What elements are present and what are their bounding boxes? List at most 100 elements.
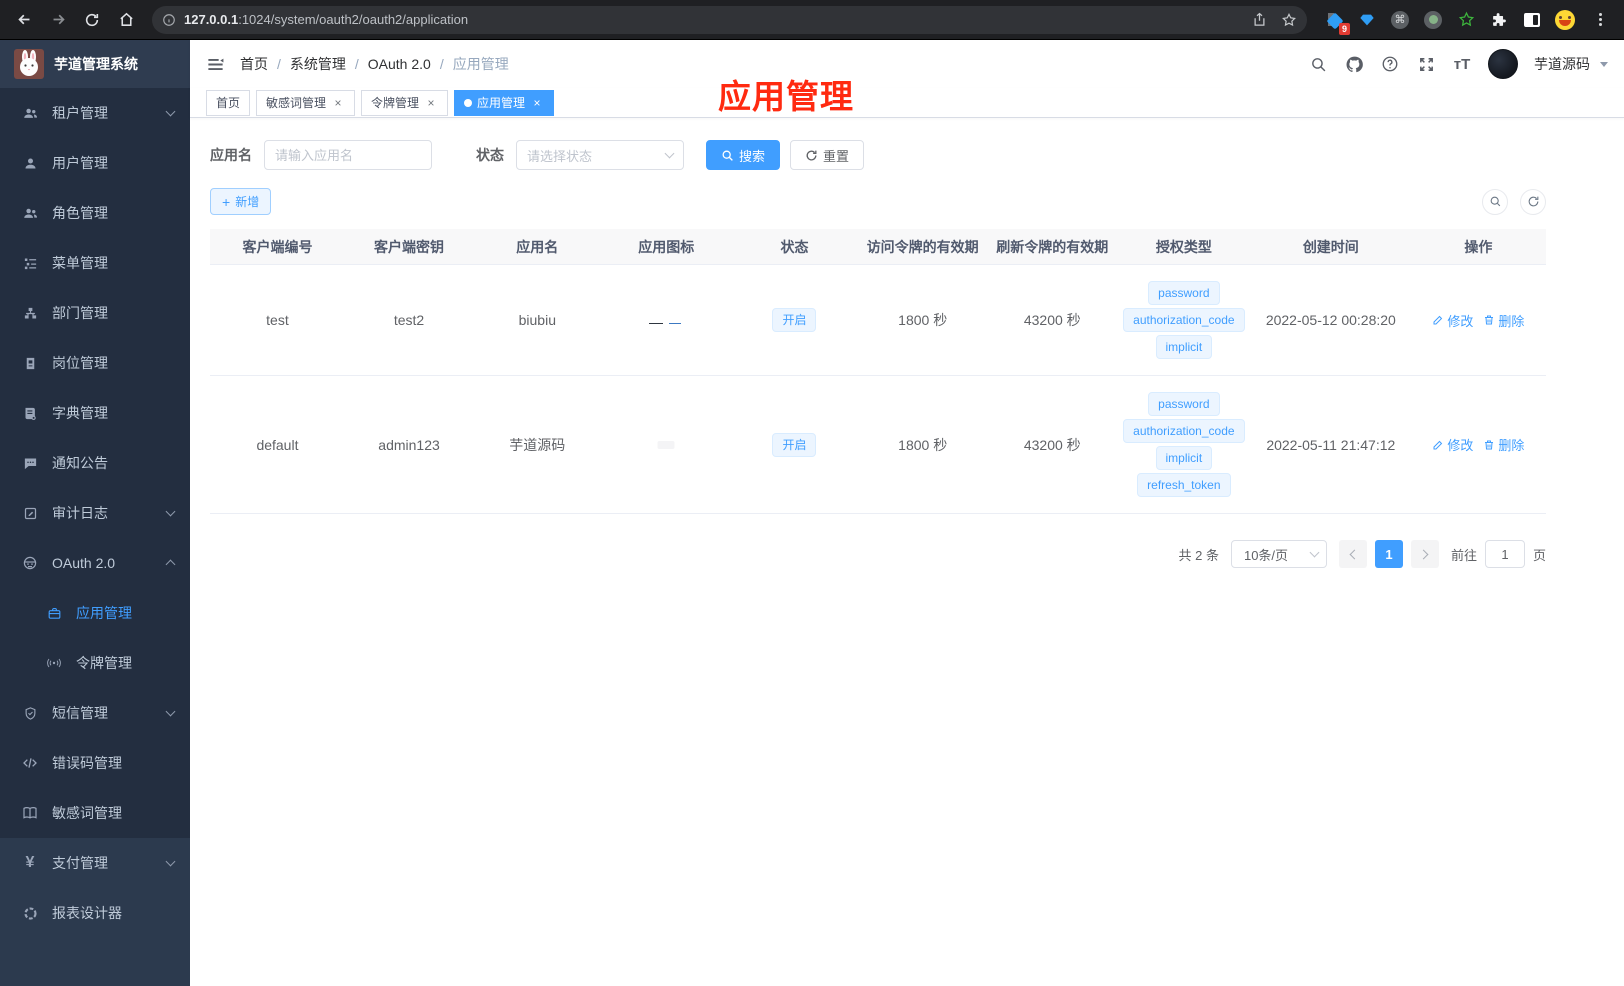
extension-emoji-icon[interactable] — [1554, 9, 1576, 31]
sidebar-item-label: 令牌管理 — [76, 655, 132, 671]
sidebar-item-label: 敏感词管理 — [52, 805, 122, 821]
reset-button[interactable]: 重置 — [790, 140, 865, 170]
breadcrumb-home[interactable]: 首页 — [240, 54, 268, 74]
site-info-icon[interactable] — [162, 13, 176, 27]
close-icon[interactable]: × — [424, 96, 438, 110]
shield-check-icon — [22, 705, 38, 721]
close-icon[interactable]: × — [530, 96, 544, 110]
col-client-id: 客户端编号 — [242, 238, 313, 255]
screen: 127.0.0.1:1024/system/oauth2/oauth2/appl… — [0, 0, 1624, 986]
toggle-search-icon[interactable] — [1482, 188, 1508, 215]
sidebar-item-oauth[interactable]: OAuth 2.0 — [0, 538, 190, 588]
bookmark-star-icon[interactable] — [1281, 12, 1297, 28]
extension-sidepanel-icon[interactable] — [1521, 9, 1543, 31]
tab-sensitive-word[interactable]: 敏感词管理 × — [256, 89, 356, 116]
sidebar-item-dept[interactable]: 部门管理 — [0, 288, 190, 338]
sidebar-item-user[interactable]: 用户管理 — [0, 138, 190, 188]
url-bar[interactable]: 127.0.0.1:1024/system/oauth2/oauth2/appl… — [152, 5, 1307, 34]
sidebar-logo[interactable]: 芋道管理系统 — [0, 40, 190, 88]
back-icon[interactable] — [10, 6, 38, 34]
delete-button[interactable]: 删除 — [1483, 435, 1524, 454]
browser-menu-icon[interactable] — [1586, 6, 1614, 34]
delete-button[interactable]: 删除 — [1483, 311, 1524, 330]
sidebar-item-errorcode[interactable]: 错误码管理 — [0, 738, 190, 788]
col-created-at: 创建时间 — [1302, 238, 1359, 255]
sidebar-item-post[interactable]: 岗位管理 — [0, 338, 190, 388]
page-size-select[interactable]: 10条/页 — [1230, 540, 1327, 568]
tab-application[interactable]: 应用管理 × — [454, 89, 555, 116]
yen-icon: ¥ — [25, 854, 35, 871]
page-number-button[interactable]: 1 — [1374, 540, 1403, 568]
sidebar-item-label: 短信管理 — [52, 705, 108, 721]
sidebar-item-label: 岗位管理 — [52, 355, 108, 371]
code-icon — [22, 755, 38, 771]
robot-icon — [22, 555, 38, 571]
sidebar-item-label: 应用管理 — [76, 605, 132, 621]
refresh-table-icon[interactable] — [1520, 188, 1546, 215]
col-client-secret: 客户端密钥 — [374, 238, 445, 255]
close-icon[interactable]: × — [331, 96, 345, 110]
sidebar-item-pay[interactable]: ¥ 支付管理 — [0, 838, 190, 888]
github-icon[interactable] — [1344, 54, 1364, 74]
table-row: default admin123 芋道源码 开启 1800 秒 43200 秒 … — [210, 376, 1546, 514]
sidebar-item-dict[interactable]: 字典管理 — [0, 388, 190, 438]
sidebar-item-sms[interactable]: 短信管理 — [0, 688, 190, 738]
sidebar-item-tenant[interactable]: 租户管理 — [0, 88, 190, 138]
sidebar-menu-root: ¥ 支付管理 报表设计器 — [0, 838, 190, 986]
user-avatar[interactable] — [1488, 49, 1518, 79]
extension-record-icon[interactable] — [1422, 9, 1444, 31]
tags-view-bar: 首页 敏感词管理 × 令牌管理 × 应用管理 × — [190, 88, 1624, 118]
extension-command-icon[interactable]: ⌘ — [1389, 9, 1411, 31]
browser-chrome: 127.0.0.1:1024/system/oauth2/oauth2/appl… — [0, 0, 1624, 40]
user-name: 芋道源码 — [1534, 56, 1590, 72]
collapse-sidebar-icon[interactable] — [206, 54, 226, 74]
col-app-name: 应用名 — [516, 238, 559, 255]
edit-button[interactable]: 修改 — [1432, 311, 1473, 330]
sidebar-item-sensitiveword[interactable]: 敏感词管理 — [0, 788, 190, 838]
sidebar-item-menu[interactable]: 菜单管理 — [0, 238, 190, 288]
extension-gem-icon[interactable] — [1356, 9, 1378, 31]
add-button[interactable]: + 新增 — [210, 188, 272, 215]
message-icon — [22, 455, 38, 471]
sidebar-item-label: 角色管理 — [52, 205, 108, 221]
share-icon[interactable] — [1252, 12, 1267, 28]
extension-grid-icon[interactable]: 9 — [1323, 9, 1350, 35]
app-name-input[interactable] — [264, 140, 432, 170]
sidebar-item-label: OAuth 2.0 — [52, 555, 116, 571]
reload-icon[interactable] — [78, 6, 106, 34]
donut-chart-icon — [22, 905, 38, 921]
extension-star-icon[interactable] — [1455, 9, 1477, 31]
next-page-button[interactable] — [1410, 540, 1439, 568]
prev-page-button[interactable] — [1338, 540, 1367, 568]
sidebar-item-label: 用户管理 — [52, 155, 108, 171]
sidebar-item-oauth-token[interactable]: 令牌管理 — [0, 638, 190, 688]
help-icon[interactable] — [1380, 54, 1400, 74]
font-size-icon[interactable]: ᴛT — [1452, 54, 1472, 74]
navbar-actions: ᴛT 芋道源码 — [1308, 49, 1608, 79]
breadcrumb-system[interactable]: 系统管理 — [290, 54, 346, 74]
status-select[interactable]: 请选择状态 — [516, 140, 684, 170]
search-icon[interactable] — [1308, 54, 1328, 74]
tenant-users-icon — [22, 105, 38, 121]
plus-icon: + — [222, 193, 231, 210]
sidebar-item-audit[interactable]: 审计日志 — [0, 488, 190, 538]
forward-icon[interactable] — [44, 6, 72, 34]
search-button[interactable]: 搜索 — [706, 140, 781, 170]
fullscreen-icon[interactable] — [1416, 54, 1436, 74]
user-menu-caret-icon[interactable] — [1600, 61, 1608, 67]
sidebar-item-label: 通知公告 — [52, 455, 108, 471]
sidebar-item-notice[interactable]: 通知公告 — [0, 438, 190, 488]
tab-token[interactable]: 令牌管理 × — [361, 89, 449, 116]
briefcase-icon — [46, 605, 62, 621]
edit-button[interactable]: 修改 — [1432, 435, 1473, 454]
goto-page-input[interactable] — [1484, 540, 1525, 568]
breadcrumb-oauth[interactable]: OAuth 2.0 — [368, 56, 431, 72]
url-path: :1024/system/oauth2/oauth2/application — [238, 12, 469, 27]
cell-created-at: 2022-05-12 00:28:20 — [1265, 312, 1396, 328]
extension-puzzle-icon[interactable] — [1488, 9, 1510, 31]
sidebar-item-report[interactable]: 报表设计器 — [0, 888, 190, 938]
sidebar-item-role[interactable]: 角色管理 — [0, 188, 190, 238]
tab-home[interactable]: 首页 — [206, 89, 251, 116]
home-icon[interactable] — [112, 6, 140, 34]
sidebar-item-oauth-application[interactable]: 应用管理 — [0, 588, 190, 638]
